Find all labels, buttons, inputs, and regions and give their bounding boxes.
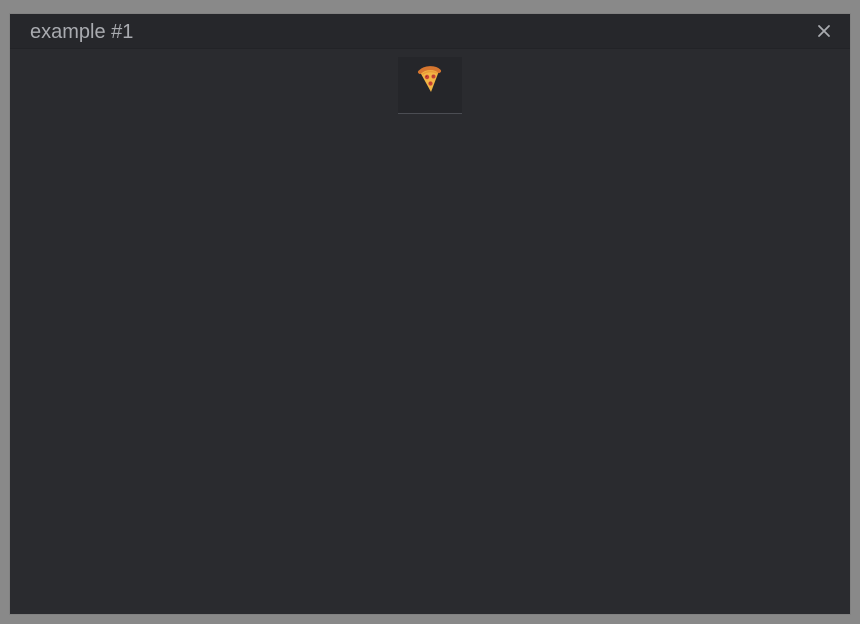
emoji-tab-strip [398, 57, 462, 114]
dialog-content [10, 49, 850, 614]
pizza-slice-icon [418, 66, 441, 92]
dialog-header: example #1 [10, 14, 850, 49]
dialog-title: example #1 [30, 21, 134, 43]
close-button[interactable] [816, 23, 832, 39]
close-icon [818, 25, 830, 37]
tab-pizza[interactable] [398, 57, 462, 114]
example-dialog: example #1 [10, 14, 850, 614]
